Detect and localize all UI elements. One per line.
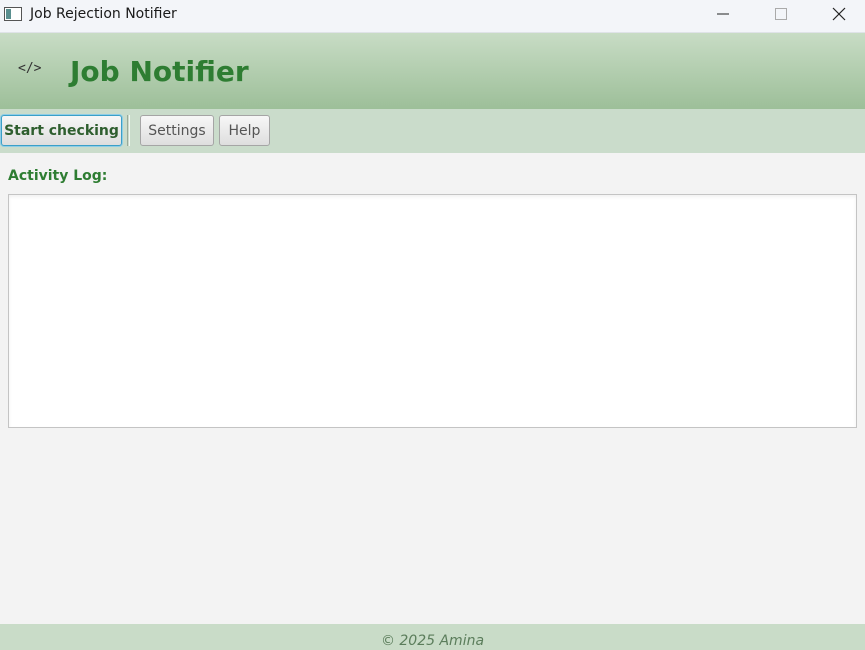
footer-copyright: © 2025 Amina bbox=[380, 633, 485, 649]
footer: © 2025 Amina bbox=[0, 624, 865, 650]
activity-log-textarea[interactable] bbox=[8, 194, 857, 428]
app-window-icon bbox=[4, 6, 22, 22]
title-bar: Job Rejection Notifier bbox=[0, 0, 865, 33]
settings-button[interactable]: Settings bbox=[140, 115, 214, 146]
activity-log-label: Activity Log: bbox=[8, 168, 108, 184]
help-button[interactable]: Help bbox=[219, 115, 270, 146]
minimize-button[interactable] bbox=[694, 0, 752, 32]
close-button[interactable] bbox=[810, 0, 865, 32]
toolbar: Start checking Settings Help bbox=[0, 109, 865, 153]
app-title: Job Notifier bbox=[70, 55, 249, 88]
maximize-icon bbox=[775, 7, 787, 25]
app-header: </> Job Notifier bbox=[0, 33, 865, 109]
start-checking-button[interactable]: Start checking bbox=[1, 115, 122, 146]
maximize-button[interactable] bbox=[752, 0, 810, 32]
window-title: Job Rejection Notifier bbox=[30, 6, 177, 22]
minimize-icon bbox=[717, 7, 729, 25]
code-icon: </> bbox=[18, 61, 42, 76]
toolbar-separator bbox=[127, 115, 130, 146]
close-icon bbox=[832, 7, 846, 26]
